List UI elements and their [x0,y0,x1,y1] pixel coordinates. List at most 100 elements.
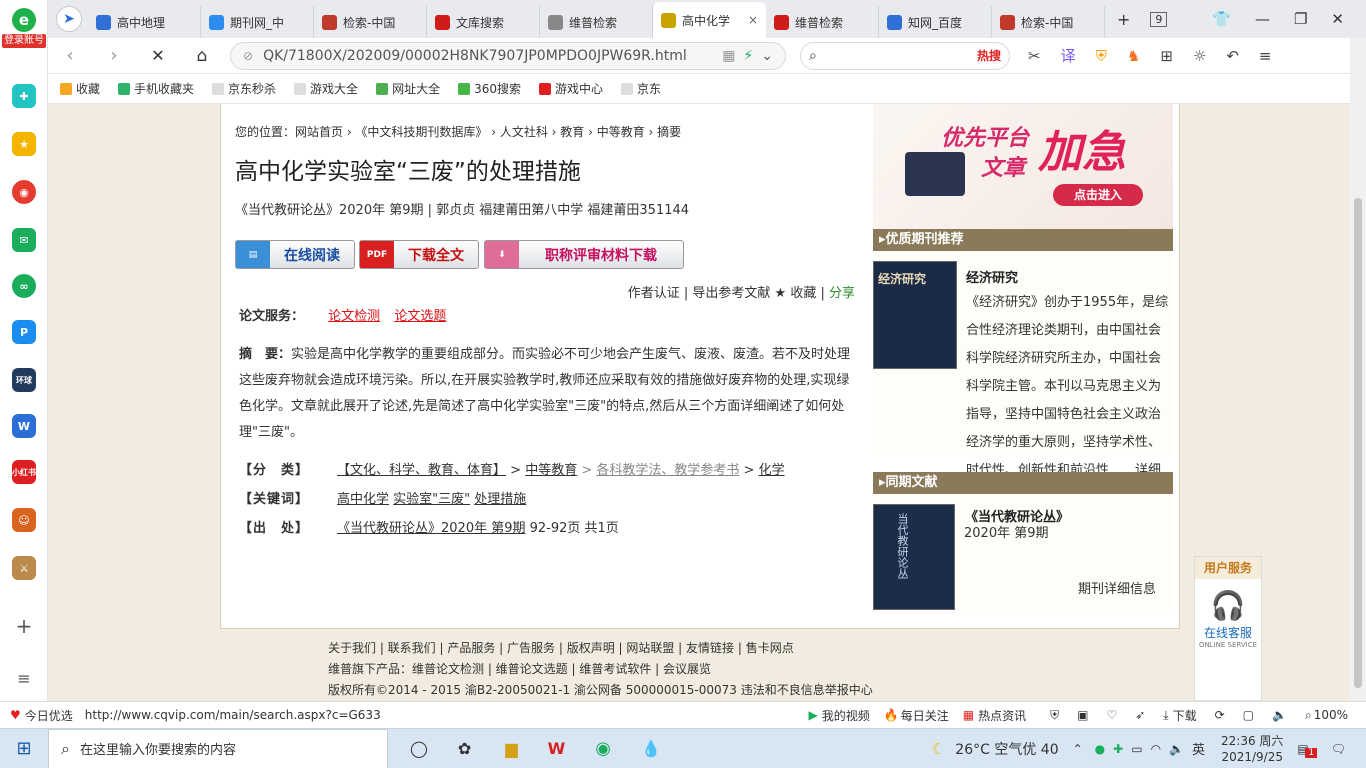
bookmark-item-0[interactable]: 收藏 [60,80,100,97]
forward-icon[interactable]: › [92,45,136,66]
keyword-link-3[interactable]: 处理措施 [474,492,526,507]
my-video[interactable]: 我的视频 [822,707,870,724]
mail-icon[interactable]: ✉ [12,228,36,252]
home-icon[interactable]: ⌂ [180,46,224,66]
back-icon[interactable]: ‹ [48,45,92,66]
daily-focus[interactable]: 每日关注 [901,707,949,724]
tab-4[interactable]: 维普检索 [540,6,653,38]
add-sidebar-icon[interactable]: + [12,614,36,638]
class-link-2[interactable]: 中等教育 [525,463,577,478]
windows-start-icon[interactable]: ⊞ [0,738,48,759]
user-service-widget[interactable]: 用户服务 🎧 在线客服 ONLINE SERVICE [1194,556,1262,701]
read-online-button[interactable]: ▤ 在线阅读 [235,240,355,269]
bookmark-item-7[interactable]: 京东 [621,80,661,97]
fan-app-icon[interactable]: ✿ [458,739,471,758]
refresh-icon[interactable]: ⟳ [1215,708,1225,722]
undo-icon[interactable]: ↶ [1226,47,1239,65]
taskbar-search[interactable]: ⌕ 在这里输入你要搜索的内容 [48,728,388,768]
task-view-icon[interactable]: ◯ [410,739,428,758]
apps-grid-icon[interactable]: ⊞ [1160,47,1173,65]
tab-0[interactable]: 高中地理 [88,6,201,38]
image-icon[interactable]: ▣ [1077,708,1088,722]
journal-cover-same[interactable]: 当代教研论丛 [873,504,955,610]
page-scrollbar[interactable] [1350,38,1366,701]
sidebar-menu-icon[interactable]: ≡ [12,666,36,690]
breadcrumb[interactable]: 您的位置：网站首页 › 《中文科技期刊数据库》 › 人文社科 › 教育 › 中等… [235,123,681,140]
brightness-icon[interactable]: ☼ [1193,47,1206,65]
shield-status-icon[interactable]: ⛨ [1050,708,1059,723]
export-ref-link[interactable]: 导出参考文献 [692,286,770,301]
bookmark-item-3[interactable]: 游戏大全 [294,80,358,97]
bookmark-item-5[interactable]: 360搜索 [458,80,521,97]
bookmark-item-4[interactable]: 网址大全 [376,80,440,97]
skin-icon[interactable]: 👕 [1212,10,1231,28]
tab-1[interactable]: 期刊网_中 [201,6,314,38]
keyword-link-1[interactable]: 高中化学 [337,492,389,507]
class-link-3[interactable]: 各科教学法、教学参考书 [596,463,739,478]
plus-service-icon[interactable]: ✚ [12,84,36,108]
journal-detail-link[interactable]: 期刊详细信息 [1078,576,1156,604]
today-pick[interactable]: 今日优选 [25,707,73,724]
xiaohongshu-icon[interactable]: 小红书 [12,460,36,484]
bookmark-item-2[interactable]: 京东秒杀 [212,80,276,97]
new-tab-button[interactable]: + [1105,10,1142,29]
minimize-icon[interactable]: — [1255,10,1270,28]
navigate-icon[interactable]: ➤ [56,6,82,32]
wifi-icon[interactable]: ◠ [1151,742,1161,756]
chevron-down-icon[interactable]: ⌄ [761,48,773,64]
tray-app-icon[interactable]: ● [1095,742,1105,756]
clock[interactable]: 22:36 周六 2021/9/25 [1221,733,1283,765]
scissors-icon[interactable]: ✂ [1028,47,1041,65]
download-label[interactable]: 下载 [1173,707,1197,724]
paper-check-link[interactable]: 论文检测 [328,309,380,324]
tab-count-badge[interactable]: 9 [1150,11,1168,27]
shield-plugin-icon[interactable]: ⛨ [1096,47,1107,65]
battery-icon[interactable]: ▭ [1131,742,1142,756]
link-app-icon[interactable]: ∞ [12,274,36,298]
tab-3[interactable]: 文库搜索 [427,6,540,38]
source-link[interactable]: 《当代教研论丛》2020年 第9期 [337,521,526,536]
bookmark-item-6[interactable]: 游戏中心 [538,80,603,97]
translate-icon[interactable]: 译 [1061,45,1076,66]
hot-news[interactable]: 热点资讯 [978,707,1026,724]
zoom-level[interactable]: 100% [1314,708,1348,722]
bookmark-item-1[interactable]: 手机收藏夹 [118,80,194,97]
tab-8[interactable]: 检索-中国 [992,6,1105,38]
game-icon-1[interactable]: ☺ [12,508,36,532]
download-pdf-button[interactable]: PDF 下载全文 [359,240,479,269]
url-field[interactable]: ⊘ QK/71800X/202009/00002H8NK7907JP0MPDO0… [230,41,786,70]
priority-ad-banner[interactable]: 优先平台 文章 加急 点击进入 [873,104,1173,229]
game-plugin-icon[interactable]: ♞ [1127,47,1140,65]
browser-taskbar-icon[interactable]: ◉ [595,738,611,759]
global-school-icon[interactable]: 环球 [12,368,36,392]
speed-icon[interactable]: ⚡ [743,48,753,64]
tab-2[interactable]: 检索-中国 [314,6,427,38]
close-window-icon[interactable]: ✕ [1331,10,1344,28]
window-icon[interactable]: ▢ [1243,708,1254,722]
folder-icon[interactable]: ▆ [505,739,517,758]
notification-icon[interactable]: ▤ 1 [1297,742,1318,758]
journal-name[interactable]: 经济研究 [966,267,1018,286]
word-doc-icon[interactable]: W [12,414,36,438]
rocket-icon[interactable]: ➶ [1135,708,1145,722]
close-tab-icon[interactable]: × [748,13,758,27]
keyword-link-2[interactable]: 实验室"三废" [393,492,470,507]
restore-icon[interactable]: ❐ [1294,10,1307,28]
tray-expand-icon[interactable]: ⌃ [1073,742,1083,756]
game-icon-2[interactable]: ⚔ [12,556,36,580]
tab-5[interactable]: 高中化学 × [653,2,766,38]
qr-icon[interactable]: ▦ [722,48,735,64]
weibo-icon[interactable]: ◉ [12,180,36,204]
ad-enter-button[interactable]: 点击进入 [1053,184,1143,206]
collect-link[interactable]: ★ 收藏 [770,286,817,301]
tab-7[interactable]: 知网_百度 [879,6,992,38]
stop-loading-icon[interactable]: ✕ [136,46,180,65]
search-box[interactable]: ⌕ 热搜 [800,41,1010,70]
input-lang[interactable]: 英 [1192,739,1205,758]
class-link-4[interactable]: 化学 [759,463,785,478]
footer-links[interactable]: 关于我们 | 联系我们 | 产品服务 | 广告服务 | 版权声明 | 网站联盟 … [328,638,1028,659]
menu-icon[interactable]: ≡ [1259,47,1272,65]
paper-topic-link[interactable]: 论文选题 [394,309,446,324]
action-center-icon[interactable]: 🗨 [1331,742,1346,756]
author-cert-link[interactable]: 作者认证 [628,286,680,301]
